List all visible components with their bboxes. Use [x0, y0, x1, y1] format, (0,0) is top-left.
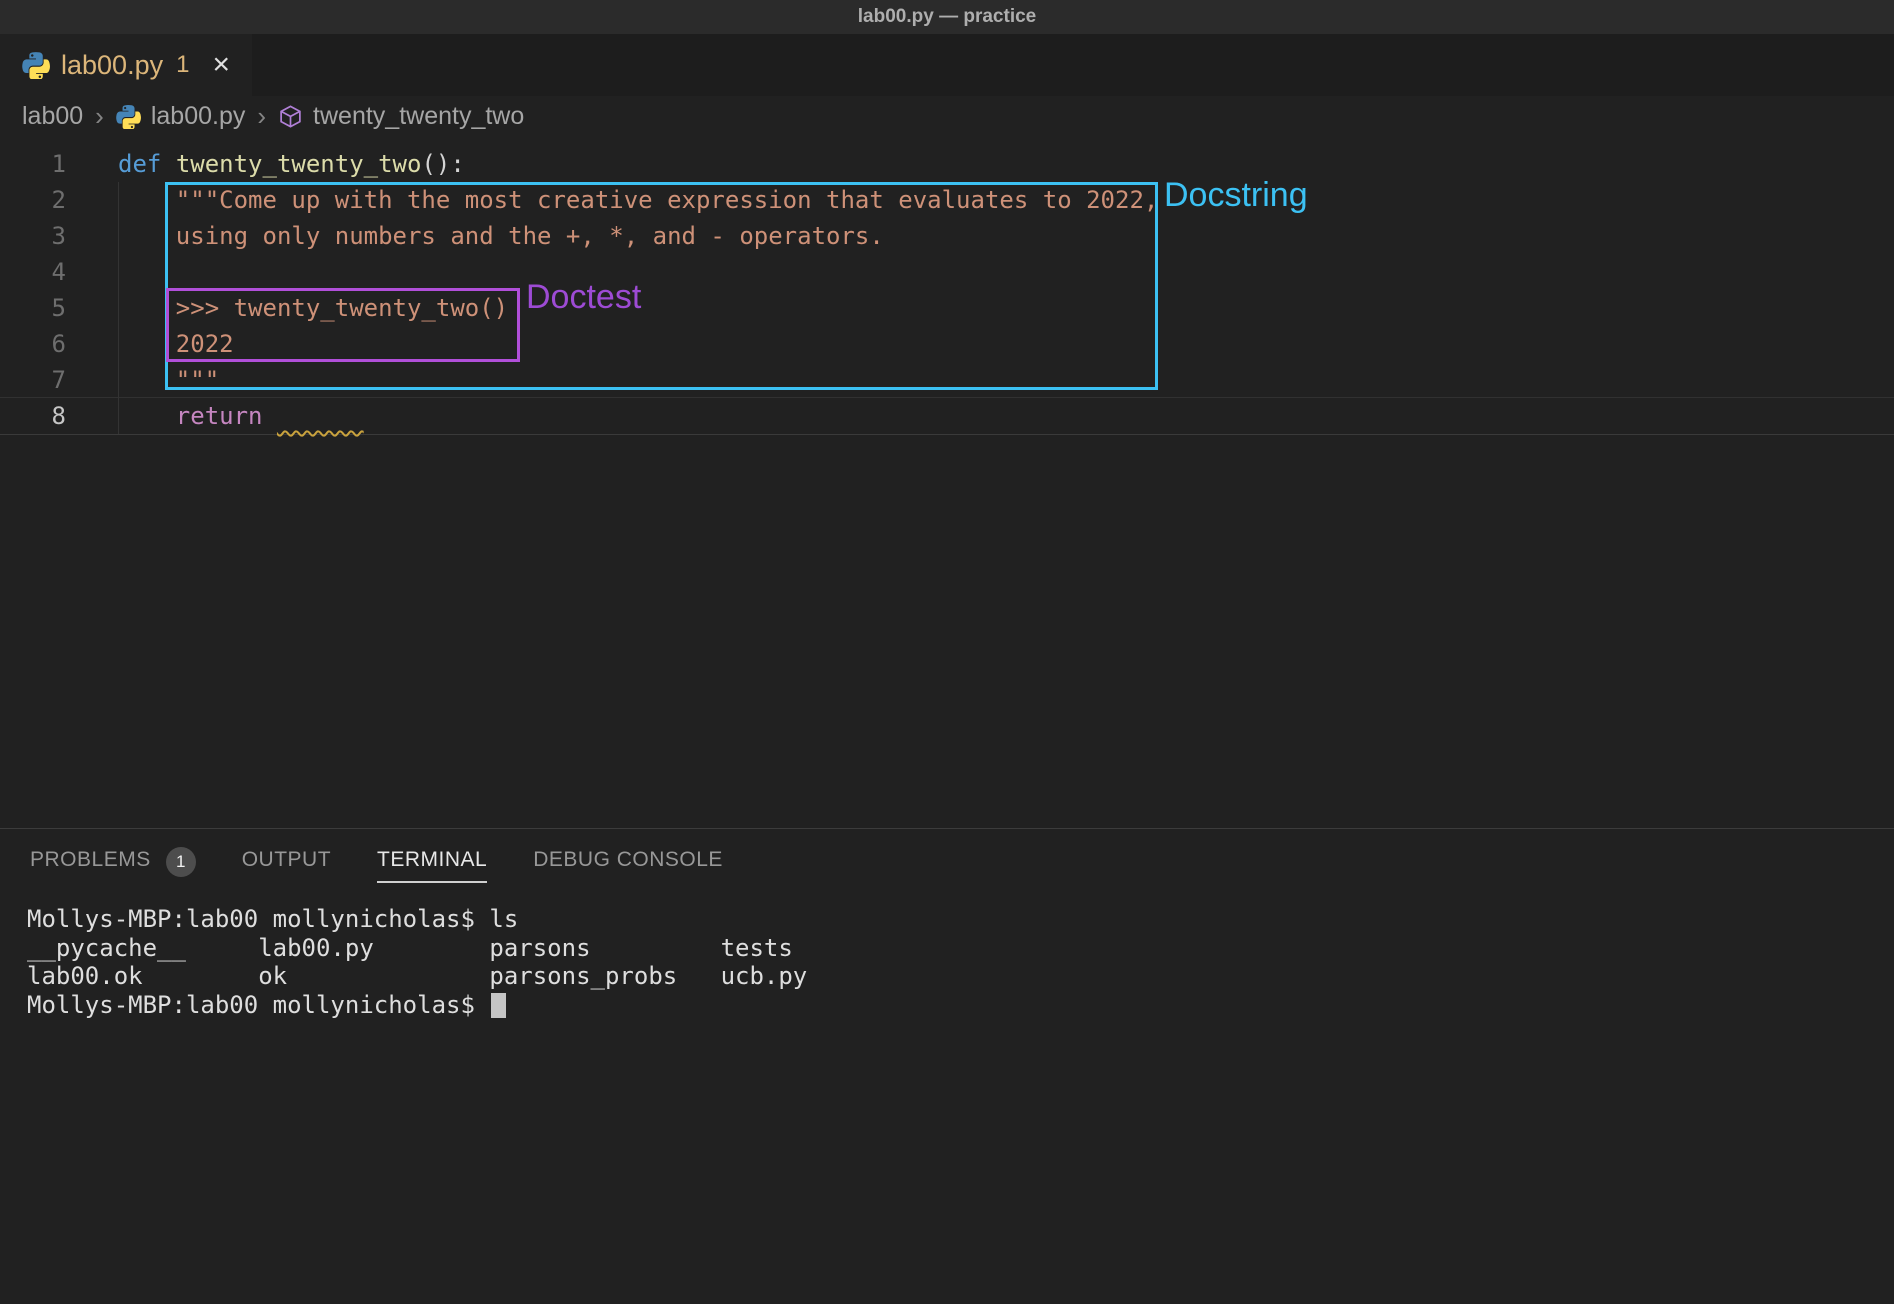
panel-tab-debug-console[interactable]: DEBUG CONSOLE — [533, 848, 723, 883]
line-number: 6 — [0, 326, 118, 362]
bottom-panel: PROBLEMS 1 OUTPUT TERMINAL DEBUG CONSOLE Mol… — [0, 828, 1894, 1304]
terminal[interactable]: Mollys-MBP:lab00 mollynicholas$ ls__pyca… — [0, 901, 1894, 1019]
code-text: using only numbers and the +, *, and - o… — [118, 218, 884, 254]
warning-squiggle — [277, 402, 364, 430]
code-text: return — [118, 398, 364, 434]
code-text: def twenty_twenty_two(): — [118, 146, 465, 182]
panel-tab-label: TERMINAL — [377, 848, 487, 883]
problems-count-badge: 1 — [166, 847, 196, 877]
breadcrumb-separator: › — [95, 101, 104, 132]
code-line[interactable]: 7 """ — [0, 362, 1894, 398]
terminal-line: lab00.ok ok parsons_probs ucb.py — [27, 962, 1894, 991]
breadcrumb-item[interactable]: twenty_twenty_two — [313, 102, 524, 131]
python-icon — [116, 104, 141, 129]
code-token: twenty_twenty_two — [176, 150, 422, 178]
breadcrumb-item[interactable]: lab00.py — [151, 102, 246, 131]
panel-tab-terminal[interactable]: TERMINAL — [377, 848, 487, 883]
terminal-text: Mollys-MBP:lab00 mollynicholas$ ls — [27, 905, 518, 933]
tab-modified-badge: 1 — [176, 51, 189, 79]
terminal-line: __pycache__ lab00.py parsons tests — [27, 934, 1894, 963]
line-number: 7 — [0, 362, 118, 398]
indent-guide — [118, 182, 119, 434]
panel-tab-label: PROBLEMS — [30, 848, 151, 883]
tab-lab00py[interactable]: lab00.py 1 × — [0, 34, 252, 96]
symbol-cube-icon — [278, 104, 303, 129]
code-text: """Come up with the most creative expres… — [118, 182, 1158, 218]
panel-tabs: PROBLEMS 1 OUTPUT TERMINAL DEBUG CONSOLE — [0, 829, 1894, 901]
breadcrumb-item[interactable]: lab00 — [22, 102, 83, 131]
line-number: 2 — [0, 182, 118, 218]
terminal-text: Mollys-MBP:lab00 mollynicholas$ — [27, 991, 489, 1019]
panel-tab-label: OUTPUT — [242, 848, 331, 883]
code-token — [263, 402, 277, 430]
code-token — [161, 150, 175, 178]
window-title: lab00.py — practice — [858, 6, 1036, 28]
line-number: 3 — [0, 218, 118, 254]
code-line[interactable]: 8 return — [0, 398, 1894, 434]
breadcrumb: lab00 › lab00.py › twenty_twenty_two — [0, 96, 1894, 136]
code-token: using only numbers and the +, *, and - o… — [118, 222, 884, 250]
code-line[interactable]: 6 2022 — [0, 326, 1894, 362]
vscode-window: lab00.py — practice lab00.py 1 × lab00 › … — [0, 0, 1894, 1304]
code-token: >>> twenty_twenty_two() — [118, 294, 508, 322]
code-token — [118, 402, 176, 430]
code-token: (): — [421, 150, 464, 178]
titlebar: lab00.py — practice — [0, 0, 1894, 34]
tab-label: lab00.py — [61, 50, 163, 81]
terminal-text: lab00.ok ok parsons_probs ucb.py — [27, 962, 807, 990]
line-number: 4 — [0, 254, 118, 290]
terminal-line: Mollys-MBP:lab00 mollynicholas$ ls — [27, 905, 1894, 934]
code-token: def — [118, 150, 161, 178]
code-text: >>> twenty_twenty_two() — [118, 290, 508, 326]
line-number: 1 — [0, 146, 118, 182]
terminal-text: __pycache__ lab00.py parsons tests — [27, 934, 793, 962]
breadcrumb-separator: › — [257, 101, 266, 132]
terminal-line: Mollys-MBP:lab00 mollynicholas$ — [27, 991, 1894, 1020]
code-token: """ — [118, 366, 219, 394]
panel-tab-output[interactable]: OUTPUT — [242, 848, 331, 883]
code-line[interactable]: 2 """Come up with the most creative expr… — [0, 182, 1894, 218]
terminal-cursor — [491, 993, 506, 1018]
code-token: return — [176, 402, 263, 430]
editor-lines: 1def twenty_twenty_two():2 """Come up wi… — [0, 146, 1894, 434]
doctest-annotation-label: Doctest — [526, 278, 641, 317]
code-line[interactable]: 4 — [0, 254, 1894, 290]
code-editor[interactable]: 1def twenty_twenty_two():2 """Come up wi… — [0, 136, 1894, 828]
code-line[interactable]: 3 using only numbers and the +, *, and -… — [0, 218, 1894, 254]
code-token: """Come up with the most creative expres… — [118, 186, 1158, 214]
panel-tab-problems[interactable]: PROBLEMS 1 — [30, 847, 196, 884]
code-line[interactable]: 5 >>> twenty_twenty_two() — [0, 290, 1894, 326]
tab-bar: lab00.py 1 × — [0, 34, 1894, 96]
docstring-annotation-label: Docstring — [1164, 176, 1308, 215]
panel-tab-label: DEBUG CONSOLE — [533, 848, 723, 883]
code-text: """ — [118, 362, 219, 398]
code-token: 2022 — [118, 330, 234, 358]
line-number: 5 — [0, 290, 118, 326]
code-text: 2022 — [118, 326, 234, 362]
code-line[interactable]: 1def twenty_twenty_two(): — [0, 146, 1894, 182]
line-number: 8 — [0, 398, 118, 434]
tab-close-button[interactable]: × — [212, 50, 230, 80]
python-icon — [22, 51, 50, 79]
